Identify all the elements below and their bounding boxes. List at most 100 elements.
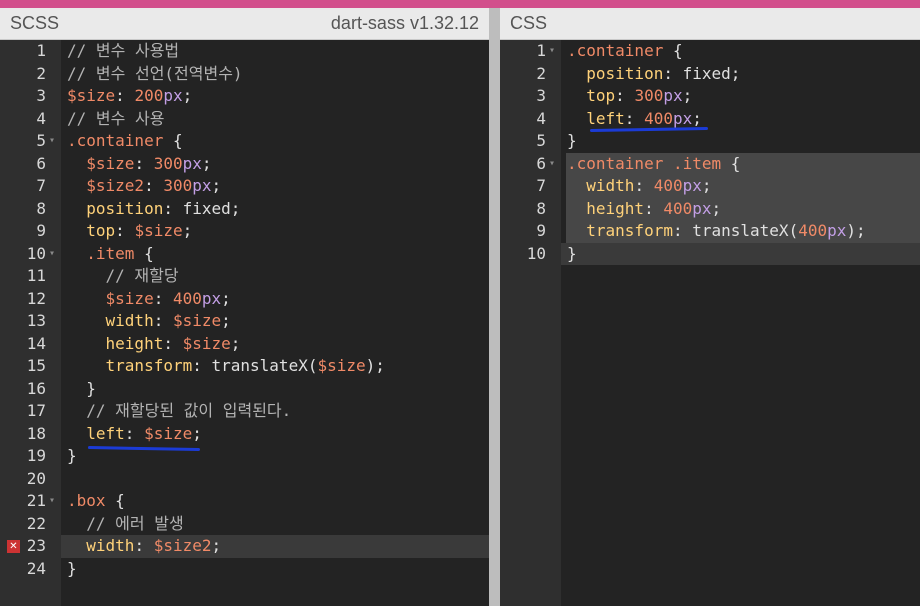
css-line-number: 5 [536, 131, 546, 150]
scss-line-number: 7 [36, 176, 46, 195]
css-code-line[interactable]: 9 transform: translateX(400px); [500, 220, 920, 243]
scss-line-number: 2 [36, 63, 46, 83]
css-line-number: 7 [536, 176, 546, 195]
fold-arrow-icon[interactable]: ▾ [549, 40, 555, 63]
scss-code-line[interactable]: 21 ▾ .box { [0, 490, 489, 513]
scss-panel: SCSS dart-sass v1.32.12 1 // 변수 사용법 2 // 변수… [0, 8, 489, 606]
css-code-line[interactable]: 6 ▾ .container .item { [500, 152, 920, 176]
scss-code-text: // 재할당된 값이 입력된다. [67, 401, 292, 420]
css-code-line[interactable]: 1 ▾ .container { [500, 40, 920, 63]
scss-code-line[interactable]: 8 position: fixed; [0, 198, 489, 221]
css-code-text: } [567, 243, 577, 263]
scss-code-text: // 변수 사용 [67, 108, 165, 128]
scss-line-number: 6 [36, 153, 46, 173]
css-code-text: height: 400px; [586, 198, 722, 218]
panel-resize-handle[interactable] [489, 8, 500, 606]
scss-code-line[interactable]: ✕ 23 width: $size2; [0, 535, 489, 558]
scss-code-text: // 변수 선언(전역변수) [67, 63, 243, 83]
scss-code-text: .box { [67, 491, 125, 510]
scss-code-line[interactable]: 12 $size: 400px; [0, 288, 489, 311]
css-line-number: 3 [536, 86, 546, 105]
css-code-line[interactable]: 10} [500, 242, 920, 265]
css-line-number: 1 [536, 41, 546, 60]
scss-code-line[interactable]: 22 // 에러 발생 [0, 513, 489, 536]
scss-code-line[interactable]: 19} [0, 445, 489, 468]
css-code-line[interactable]: 2 position: fixed; [500, 63, 920, 86]
css-line-number: 4 [536, 108, 546, 128]
scss-line-number: 5 [36, 131, 46, 150]
css-code-text: width: 400px; [586, 176, 712, 195]
fold-arrow-icon[interactable]: ▾ [49, 490, 55, 513]
css-code-line[interactable]: 3 top: 300px; [500, 85, 920, 108]
scss-line-number: 1 [36, 41, 46, 60]
css-panel-header: CSS [500, 8, 920, 40]
scss-code-text: } [67, 446, 77, 465]
scss-line-number: 21 [26, 491, 46, 510]
scss-code-line[interactable]: 6 $size: 300px; [0, 153, 489, 176]
css-code-text: .container .item { [567, 153, 741, 173]
scss-line-number: 23 [26, 536, 46, 555]
scss-code-line[interactable]: 17 // 재할당된 값이 입력된다. [0, 400, 489, 423]
scss-code-text: $size: 300px; [86, 153, 212, 173]
scss-editor[interactable]: 1 // 변수 사용법 2 // 변수 선언(전역변수) 3 $size: 200px; 4… [0, 40, 489, 606]
scss-panel-header: SCSS dart-sass v1.32.12 [0, 8, 489, 40]
scss-line-number: 24 [26, 558, 46, 578]
scss-code-line[interactable]: 14 height: $size; [0, 333, 489, 356]
scss-line-number: 19 [26, 446, 46, 465]
scss-line-number: 20 [26, 468, 46, 488]
fold-arrow-icon[interactable]: ▾ [549, 153, 555, 176]
css-active-line-highlight [561, 242, 920, 265]
scss-code-text: $size2: 300px; [86, 176, 222, 195]
css-line-number: 8 [536, 198, 546, 218]
fold-arrow-icon[interactable]: ▾ [49, 243, 55, 266]
scss-code-line[interactable]: 10 ▾ .item { [0, 243, 489, 266]
scss-panel-title: SCSS [10, 13, 60, 33]
fold-arrow-icon[interactable]: ▾ [49, 130, 55, 153]
scss-code-text: height: $size; [105, 333, 241, 353]
css-code-text: .container { [567, 41, 683, 60]
scss-code-line[interactable]: 24} [0, 558, 489, 581]
scss-line-number: 18 [26, 423, 46, 443]
scss-code-text: $size: 400px; [105, 288, 231, 308]
scss-code-line[interactable]: 4 // 변수 사용 [0, 108, 489, 131]
css-panel-title: CSS [510, 13, 548, 33]
scss-code-text: // 에러 발생 [67, 513, 184, 533]
css-code-line[interactable]: 7 width: 400px; [500, 175, 920, 198]
scss-line-number: 11 [26, 266, 46, 285]
scss-code-line[interactable]: 1 // 변수 사용법 [0, 40, 489, 63]
scss-line-number: 10 [26, 243, 46, 263]
scss-code-line[interactable]: 20 [0, 468, 489, 491]
scss-code-line[interactable]: 2 // 변수 선언(전역변수) [0, 63, 489, 86]
css-line-number: 2 [536, 63, 546, 83]
css-line-number: 10 [526, 243, 546, 263]
scss-line-number: 14 [26, 333, 46, 353]
scss-code-text: } [67, 558, 77, 578]
scss-code-text: width: $size; [105, 311, 231, 330]
scss-code-line[interactable]: 3 $size: 200px; [0, 85, 489, 108]
scss-code-line[interactable]: 15 transform: translateX($size); [0, 355, 489, 378]
scss-code-text: position: fixed; [86, 198, 241, 218]
scss-code-text: // 재할당 [67, 266, 179, 285]
scss-code-line[interactable]: 13 width: $size; [0, 310, 489, 333]
scss-code-line[interactable]: 18 left: $size; [0, 423, 489, 446]
compiler-version-selector[interactable]: dart-sass v1.32.12 [331, 8, 479, 39]
css-code-line[interactable]: 5} [500, 130, 920, 153]
css-code-text: top: 300px; [586, 86, 693, 105]
css-editor[interactable]: 1 ▾ .container {2 position: fixed; 3 top: 3… [500, 40, 920, 606]
scss-code-line[interactable]: 5 ▾ .container { [0, 130, 489, 153]
scss-code-line[interactable]: 9 top: $size; [0, 220, 489, 243]
css-code-text: position: fixed; [586, 63, 741, 83]
scss-code-line[interactable]: 7 $size2: 300px; [0, 175, 489, 198]
css-code-line[interactable]: 4 left: 400px; [500, 108, 920, 131]
css-panel: CSS 1 ▾ .container {2 position: fixed; 3 to… [500, 8, 920, 606]
scss-code-text: // 변수 사용법 [67, 41, 180, 60]
scss-code-text: left: $size; [86, 423, 202, 443]
scss-code-line[interactable]: 11 // 재할당 [0, 265, 489, 288]
app-top-strip [0, 0, 920, 8]
scss-line-number: 16 [26, 378, 46, 398]
scss-line-number: 12 [26, 288, 46, 308]
css-code-line[interactable]: 8 height: 400px; [500, 197, 920, 220]
scss-line-number: 4 [36, 108, 46, 128]
scss-line-number: 13 [26, 311, 46, 330]
scss-code-line[interactable]: 16 } [0, 378, 489, 401]
